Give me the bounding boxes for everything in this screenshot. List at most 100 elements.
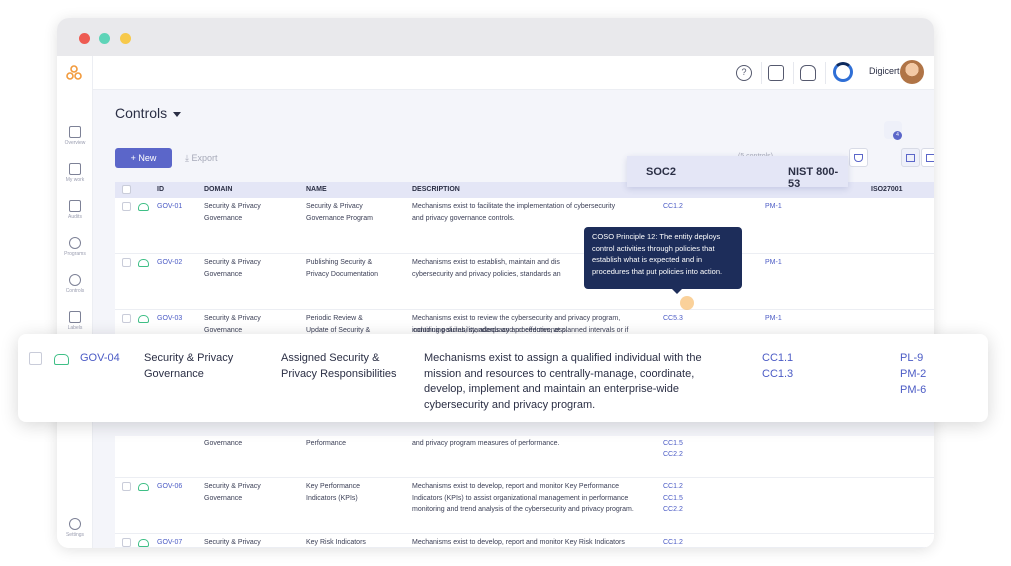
table-row[interactable]: Governance Performance and privacy progr… [115, 436, 934, 478]
row-checkbox[interactable] [122, 202, 131, 211]
control-description: and privacy program measures of performa… [412, 440, 560, 447]
new-control-button[interactable]: + New [115, 148, 172, 168]
row-checkbox[interactable] [122, 538, 131, 547]
soc2-mapping[interactable]: CC5.3 [663, 313, 683, 325]
soc2-mapping[interactable]: CC2.2 [663, 449, 683, 461]
row-checkbox[interactable] [29, 352, 42, 365]
column-header-id[interactable]: ID [157, 186, 164, 193]
control-id[interactable]: GOV-07 [157, 537, 182, 547]
controls-icon [69, 274, 81, 286]
control-domain: Security & Privacy Governance [204, 539, 261, 546]
sidebar-item-programs[interactable]: Programs [57, 237, 93, 257]
export-label: Export [191, 153, 218, 163]
row-checkbox[interactable] [122, 482, 131, 491]
control-name: Key Performance Indicators (KPIs) [306, 483, 361, 502]
filter-icon [854, 154, 863, 162]
integrations-icon[interactable] [768, 65, 784, 81]
control-description: Mechanisms exist to establish, maintain … [412, 259, 561, 278]
export-button[interactable]: ⤓ Export [185, 153, 218, 164]
page-title[interactable]: Controls [115, 105, 182, 121]
column-header-nist[interactable]: NIST 800-53 [788, 166, 848, 190]
column-header-description[interactable]: DESCRIPTION [412, 186, 460, 193]
topbar-divider [793, 62, 794, 84]
window-titlebar [57, 18, 934, 56]
health-icon [138, 203, 149, 211]
shield-icon [69, 237, 81, 249]
view-grid-button[interactable] [921, 148, 934, 167]
nist-mapping[interactable]: PM-6 [900, 383, 926, 399]
sidebar-item-labels[interactable]: Labels [57, 311, 93, 331]
control-id[interactable]: GOV-03 [157, 313, 182, 325]
health-icon [138, 483, 149, 491]
nist-mapping[interactable]: PM-1 [765, 201, 782, 213]
close-window-button[interactable] [79, 33, 90, 44]
control-id[interactable]: GOV-01 [157, 201, 182, 213]
control-description: Mechanisms exist to develop, report and … [412, 483, 634, 513]
control-name: Security & Privacy Governance Program [306, 203, 373, 222]
control-description: Mechanisms exist to facilitate the imple… [412, 203, 616, 222]
avatar[interactable] [900, 60, 924, 84]
control-description: Mechanisms exist to assign a qualified i… [424, 352, 702, 411]
control-id[interactable]: GOV-02 [157, 257, 182, 269]
column-header-iso27001[interactable]: ISO27001 [871, 186, 903, 193]
soc2-mapping[interactable]: CC1.5 [663, 438, 683, 450]
health-icon [138, 315, 149, 323]
topbar-divider [761, 62, 762, 84]
topbar-divider [825, 62, 826, 84]
control-id[interactable]: GOV-06 [157, 481, 182, 493]
column-header-domain[interactable]: DOMAIN [204, 186, 232, 193]
table-row[interactable]: GOV-07 Security & Privacy Governance Key… [115, 534, 934, 548]
app-logo-icon[interactable] [66, 65, 82, 81]
org-name[interactable]: Digicert [869, 66, 900, 76]
column-header-soc2[interactable]: SOC2 [646, 166, 676, 178]
control-name: Publishing Security & Privacy Documentat… [306, 259, 378, 278]
control-domain: Security & Privacy Governance [204, 483, 261, 502]
rss-count-badge: 4 [893, 131, 902, 140]
help-icon[interactable]: ? [736, 65, 752, 81]
soc2-mapping[interactable]: CC2.2 [663, 504, 683, 516]
nist-mapping[interactable]: PM-1 [765, 257, 782, 269]
sidebar-item-my-work[interactable]: My work [57, 163, 93, 183]
sidebar-item-audits[interactable]: Audits [57, 200, 93, 220]
nist-mapping[interactable]: PM-1 [765, 313, 782, 325]
control-description: Mechanisms exist to develop, report and … [412, 539, 625, 546]
bug-icon[interactable] [800, 65, 816, 81]
column-header-name[interactable]: NAME [306, 186, 327, 193]
select-all-checkbox[interactable] [122, 185, 131, 194]
row-checkbox[interactable] [122, 314, 131, 323]
audit-icon [69, 200, 81, 212]
sidebar-item-overview[interactable]: Overview [57, 126, 93, 146]
org-logo-icon [833, 62, 853, 82]
highlighted-row[interactable]: GOV-04 Security & Privacy Governance Ass… [18, 334, 988, 422]
soc2-mapping[interactable]: CC1.1 [762, 351, 793, 367]
soc2-mapping[interactable]: CC1.2 [663, 201, 683, 213]
control-domain: Security & Privacy Governance [204, 203, 261, 222]
soc2-mapping[interactable]: CC1.3 [762, 367, 793, 383]
sidebar-item-settings[interactable]: Settings [57, 518, 93, 538]
nist-mapping[interactable]: PL-9 [900, 351, 923, 367]
soc2-mapping[interactable]: CC1.5 [663, 493, 683, 505]
control-domain: Security & Privacy Governance [144, 352, 234, 380]
control-domain: Governance [204, 440, 243, 447]
table-row[interactable]: GOV-06 Security & Privacy Governance Key… [115, 478, 934, 534]
chevron-down-icon [173, 111, 182, 117]
soc2-mapping[interactable]: CC1.2 [663, 481, 683, 493]
health-icon [138, 539, 149, 547]
box-icon [69, 163, 81, 175]
board-view-icon [906, 154, 915, 162]
maximize-window-button[interactable] [120, 33, 131, 44]
nist-mapping[interactable]: PM-2 [900, 367, 926, 383]
view-board-button[interactable] [901, 148, 920, 167]
sidebar-item-controls[interactable]: Controls [57, 274, 93, 294]
minimize-window-button[interactable] [99, 33, 110, 44]
table-row[interactable]: GOV-01 Security & Privacy Governance Sec… [115, 198, 934, 254]
filter-button[interactable] [849, 148, 868, 167]
app-window: Overview My work Audits Programs Control… [57, 18, 934, 548]
control-domain: Security & Privacy Governance [204, 259, 261, 278]
soc2-mapping[interactable]: CC1.2 [663, 537, 683, 547]
overview-icon [69, 126, 81, 138]
control-id[interactable]: GOV-04 [80, 351, 120, 367]
table-row[interactable]: GOV-02 Security & Privacy Governance Pub… [115, 254, 934, 310]
row-checkbox[interactable] [122, 258, 131, 267]
control-name: Performance [306, 440, 347, 447]
